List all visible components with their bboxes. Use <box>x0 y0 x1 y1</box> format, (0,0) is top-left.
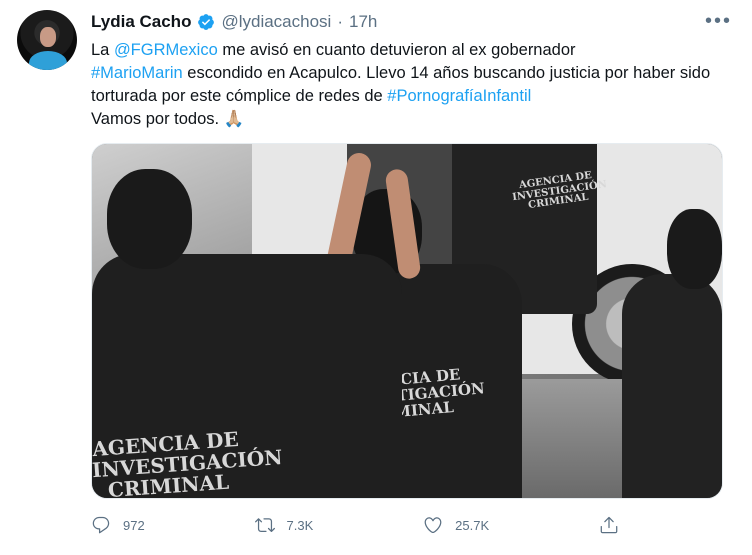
mention-link[interactable]: @FGRMexico <box>114 41 218 59</box>
reply-icon <box>92 516 110 534</box>
tweet-actions: 972 7.3K 25.7K <box>91 510 631 540</box>
reply-button[interactable]: 972 <box>91 515 145 535</box>
author-name[interactable]: Lydia Cacho <box>91 12 191 32</box>
tweet-time[interactable]: 17h <box>349 12 377 32</box>
tweet-text-part: me avisó en cuanto detuvieron al ex gobe… <box>217 41 576 59</box>
tweet-text-part: Vamos por todos. <box>91 110 224 128</box>
tweet-header: Lydia Cacho @lydiacachosi · 17h <box>91 12 377 32</box>
like-icon <box>424 517 442 534</box>
tweet-text: La @FGRMexico me avisó en cuanto detuvie… <box>91 39 731 131</box>
tweet-image[interactable]: AGENCIA DE INVESTIGACIÓN CRIMINAL AGENCI… <box>91 143 723 499</box>
like-button[interactable]: 25.7K <box>423 515 489 535</box>
hashtag-link[interactable]: #PornografíaInfantil <box>387 87 531 105</box>
more-options-icon[interactable]: ••• <box>705 10 732 33</box>
emoji: 🙏🏼 <box>223 110 245 128</box>
retweet-count: 7.3K <box>286 517 314 533</box>
like-count: 25.7K <box>455 517 490 533</box>
separator-dot: · <box>337 12 343 31</box>
retweet-icon <box>254 518 275 533</box>
vest-text-left: AGENCIA DE INVESTIGACIÓN CRIMINAL <box>91 426 284 499</box>
agent-right <box>622 274 722 498</box>
avatar[interactable] <box>17 10 77 70</box>
author-handle[interactable]: @lydiacachosi <box>221 12 331 32</box>
agent-right-head <box>667 209 722 289</box>
tweet[interactable]: Lydia Cacho @lydiacachosi · 17h ••• La @… <box>0 0 752 555</box>
retweet-button[interactable]: 7.3K <box>254 515 314 535</box>
reply-count: 972 <box>123 517 145 533</box>
share-icon <box>600 516 618 534</box>
hashtag-link[interactable]: #MarioMarin <box>91 64 183 82</box>
tweet-text-part: La <box>91 41 114 59</box>
avatar-body <box>29 51 67 70</box>
avatar-face <box>40 27 56 47</box>
verified-badge-icon <box>198 14 215 30</box>
agent-left-head <box>107 169 192 269</box>
share-button[interactable] <box>599 515 631 535</box>
